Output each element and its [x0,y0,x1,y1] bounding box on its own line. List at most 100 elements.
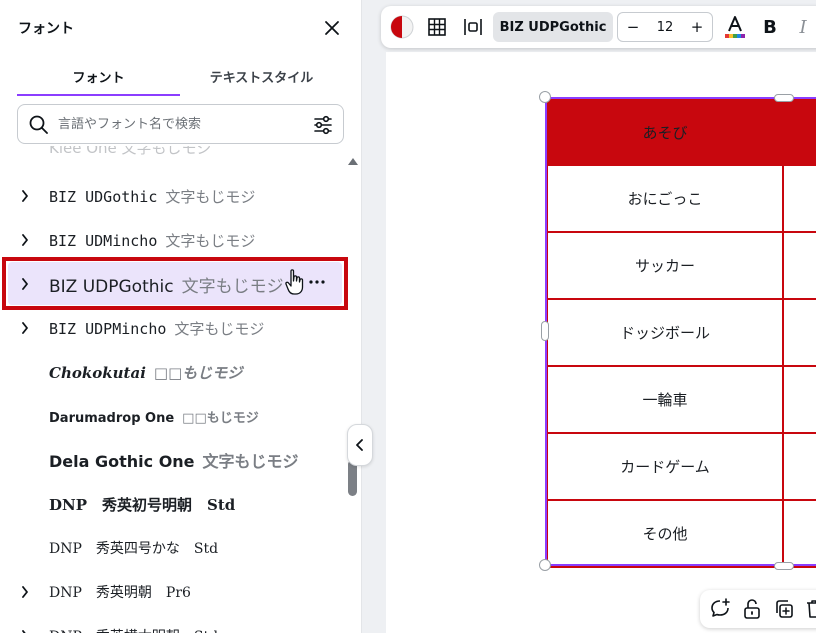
element-action-toolbar [700,590,816,628]
table-cell[interactable]: その他 [546,499,784,568]
delete-button[interactable] [802,597,816,621]
chevron-left-icon [356,439,363,451]
font-name-text: BIZ UDPMincho [49,319,167,338]
font-name-text: BIZ UDMincho [49,231,158,250]
resize-handle-bottom[interactable] [774,562,794,570]
font-name: DNP 秀英初号明朝 Std [49,494,235,515]
font-name: BIZ UDMincho 文字もじモジ [49,230,255,251]
font-name: Dela Gothic One 文字もじモジ [49,448,299,472]
duplicate-icon [776,600,793,618]
chevron-right-icon[interactable] [18,585,32,599]
table-cell[interactable] [782,432,816,501]
font-name-text: Chokokutai [49,363,146,382]
font-row[interactable]: BIZ UDPMincho 文字もじモジ [0,306,345,350]
font-sample-text: □□もじモジ [153,363,243,382]
chevron-right-icon[interactable] [18,277,32,291]
color-picker-button[interactable] [387,12,417,42]
italic-button[interactable]: I [791,12,815,42]
font-name: DNP 秀英四号かな Std [49,538,218,558]
table-grid-button[interactable] [423,12,451,42]
font-row[interactable]: BIZ UDMincho 文字もじモジ [0,218,345,262]
font-name: BIZ UDGothic 文字もじモジ [49,186,255,207]
collapse-panel-button[interactable] [347,424,373,466]
table-cell[interactable]: おにごっこ [546,164,784,233]
text-color-button[interactable] [721,12,749,42]
lock-button[interactable] [740,597,764,621]
font-row[interactable]: Chokokutai □□もじモジ [0,350,345,394]
font-sample-text: 文字もじモジ [174,319,265,338]
font-row[interactable]: Dela Gothic One 文字もじモジ [0,438,345,482]
font-name: BIZ UDPMincho 文字もじモジ [49,318,264,339]
font-size-stepper: − 12 + [617,12,713,42]
font-name: DNP 秀英明朝 Pr6 [49,582,191,602]
chevron-right-icon[interactable] [18,189,32,203]
font-name-text: BIZ UDGothic [49,187,158,206]
font-panel: フォント フォント テキストスタイル Klee One 文字もじモジ [0,0,362,633]
table-cell[interactable]: サッカー [546,231,784,300]
table-cell[interactable]: カードゲーム [546,432,784,501]
table-cell[interactable] [782,231,816,300]
filter-sliders-icon[interactable] [311,113,335,137]
table-cell[interactable] [782,499,816,568]
chevron-right-icon[interactable] [18,233,32,247]
resize-handle-left[interactable] [541,321,549,341]
chevron-right-icon[interactable] [18,321,32,335]
font-name: BIZ UDPGothic 文字もじモジ [49,272,284,297]
tab-fonts[interactable]: フォント [17,58,180,96]
tab-text-styles[interactable]: テキストスタイル [180,58,343,96]
font-search [17,104,344,144]
table-cell[interactable]: ドッジボール [546,298,784,367]
panel-tabs: フォント テキストスタイル [17,58,343,96]
font-name-text: Darumadrop One [49,410,175,426]
trash-icon [807,600,816,618]
close-panel-button[interactable] [318,14,346,42]
font-row[interactable]: DNP 秀英初号明朝 Std [0,482,345,526]
font-row[interactable]: DNP 秀英横太明朝 Std [0,614,345,633]
comment-add-icon [711,598,730,617]
font-sample-text: 文字もじモジ [165,231,256,250]
lock-icon [744,599,760,619]
font-name: Chokokutai □□もじモジ [49,362,242,383]
resize-handle-bottom-left[interactable] [539,559,551,571]
font-row-partial[interactable]: Klee One 文字もじモジ [0,146,345,162]
close-icon [325,21,339,35]
chevron-right-icon[interactable] [18,629,32,633]
font-row[interactable]: DNP 秀英明朝 Pr6 [0,570,345,614]
duplicate-button[interactable] [772,597,796,621]
grid-icon [428,18,446,36]
font-size-decrease-button[interactable]: − [620,13,646,41]
more-options-button[interactable] [305,270,329,294]
font-family-button[interactable]: BIZ UDPGothic [493,12,613,42]
text-toolbar: BIZ UDPGothic − 12 + B I [381,6,816,48]
cell-spacing-button[interactable] [459,12,487,42]
comment-button[interactable] [708,597,732,621]
font-size-value[interactable]: 12 [646,13,684,41]
font-row[interactable]: Darumadrop One □□もじモジ [0,394,345,438]
font-row[interactable]: BIZ UDGothic 文字もじモジ [0,174,345,218]
resize-handle-top[interactable] [774,94,794,102]
scroll-up-arrow-icon[interactable] [347,156,359,166]
font-row[interactable]: DNP 秀英四号かな Std [0,526,345,570]
font-name: Klee One 文字もじモジ [49,146,212,157]
font-name-text: BIZ UDPGothic [49,276,174,297]
table-header-cell[interactable] [782,98,816,166]
bold-button[interactable]: B [757,12,783,42]
font-size-increase-button[interactable]: + [684,13,710,41]
search-icon [29,115,48,134]
search-input[interactable] [58,113,298,135]
panel-title: フォント [18,21,74,37]
table-cell[interactable]: 一輪車 [546,365,784,434]
font-name-text: DNP 秀英初号明朝 Std [49,495,236,514]
color-swatch-icon [390,15,414,39]
ellipsis-icon [309,280,325,284]
font-sample-text: 文字もじモジ [181,276,284,297]
font-sample-text: 文字もじモジ [165,187,256,206]
table-cell[interactable] [782,365,816,434]
text-color-icon [725,16,745,38]
table-cell[interactable] [782,164,816,233]
font-name: Darumadrop One □□もじモジ [49,407,259,426]
table-header-cell[interactable]: あそび [546,98,784,166]
resize-handle-top-left[interactable] [539,91,551,103]
table-cell[interactable] [782,298,816,367]
spacing-icon [464,19,482,35]
